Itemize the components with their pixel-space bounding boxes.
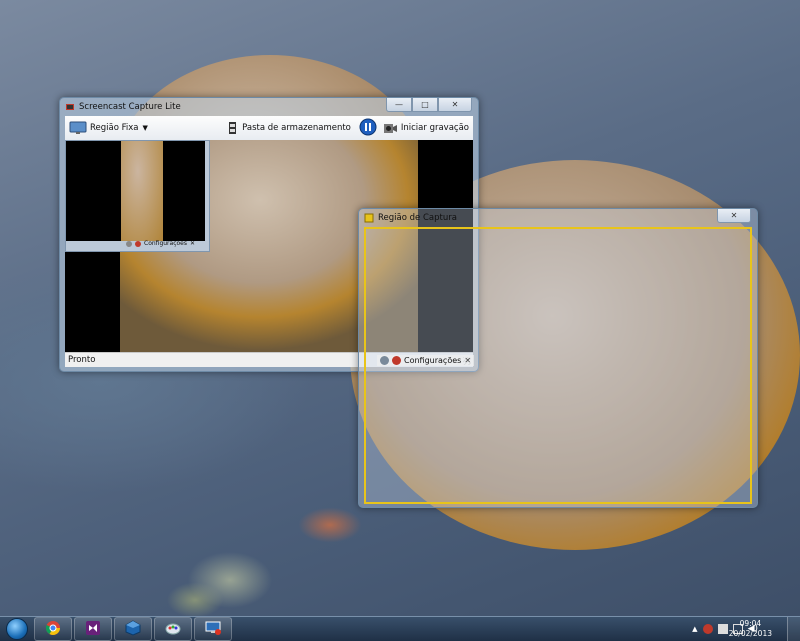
chevron-down-icon: ▼ [142,124,148,132]
chrome-icon [45,620,61,639]
region-label: Região Fixa [90,123,139,133]
preview-footer-label: Configurações [144,240,187,247]
visual-studio-icon [85,620,101,639]
capture-footer: Configurações ✕ [377,355,475,366]
remote-desktop-icon [205,620,221,639]
pause-button[interactable] [359,118,377,139]
show-desktop-button[interactable] [787,617,800,641]
pause-icon [359,118,377,139]
capture-window-icon [364,213,374,223]
taskbar-chrome[interactable] [34,617,72,641]
preview-nested-window: Configurações ✕ [65,140,210,252]
minimize-button[interactable]: — [386,98,412,112]
tools-icon[interactable]: ✕ [464,356,471,365]
close-button[interactable]: ✕ [438,98,472,112]
start-recording-button[interactable]: Iniciar gravação [382,121,469,135]
record-icon [135,240,141,247]
camera-icon [382,121,398,135]
clock[interactable]: 09:04 20/02/2013 [729,619,772,639]
taskbar-visual-studio[interactable] [74,617,112,641]
main-window-title: Screencast Capture Lite [79,102,181,112]
storage-folder-label: Pasta de armazenamento [242,123,351,133]
close-icon: ✕ [730,211,738,220]
windows-logo-icon [6,618,28,640]
main-titlebar[interactable]: Screencast Capture Lite — □ ✕ [60,98,478,116]
paint-icon [165,620,181,639]
taskbar-paint[interactable] [154,617,192,641]
capture-window-title: Região de Captura [378,213,457,223]
status-text: Pronto [68,355,96,365]
capture-close-button[interactable]: ✕ [717,209,751,223]
close-icon: ✕ [451,100,459,109]
capture-region-window[interactable]: Região de Captura ✕ Configurações ✕ [358,208,758,508]
film-icon [225,121,239,135]
preview-footer: Configurações ✕ [126,240,195,247]
monitor-icon [69,121,87,135]
capture-titlebar[interactable]: Região de Captura ✕ [359,209,757,227]
taskbar-virtualbox[interactable] [114,617,152,641]
action-center-flag-icon[interactable] [717,624,728,634]
clock-time: 09:04 [739,619,762,628]
capture-settings-label[interactable]: Configurações [404,356,461,365]
maximize-icon: □ [421,100,429,109]
toolbar: Região Fixa ▼ Pasta de armazenamento Ini… [65,116,473,141]
gear-icon [126,240,132,247]
start-recording-label: Iniciar gravação [400,123,469,133]
region-dropdown[interactable]: Região Fixa ▼ [69,121,148,135]
clock-date: 20/02/2013 [728,629,772,638]
record-icon[interactable] [392,356,401,365]
taskbar: ▲ ◀) 09:04 20/02/2013 [0,616,800,641]
tray-expand-icon[interactable]: ▲ [692,625,697,633]
virtualbox-icon [125,619,141,639]
start-button[interactable] [0,617,34,641]
tray-app-icon[interactable] [702,624,713,634]
screencast-icon [65,102,75,112]
maximize-button[interactable]: □ [412,98,438,112]
gear-icon[interactable] [380,356,389,365]
storage-folder-button[interactable]: Pasta de armazenamento [225,121,351,135]
minimize-icon: — [395,100,403,109]
taskbar-remote-desktop[interactable] [194,617,232,641]
tools-icon: ✕ [189,240,196,247]
